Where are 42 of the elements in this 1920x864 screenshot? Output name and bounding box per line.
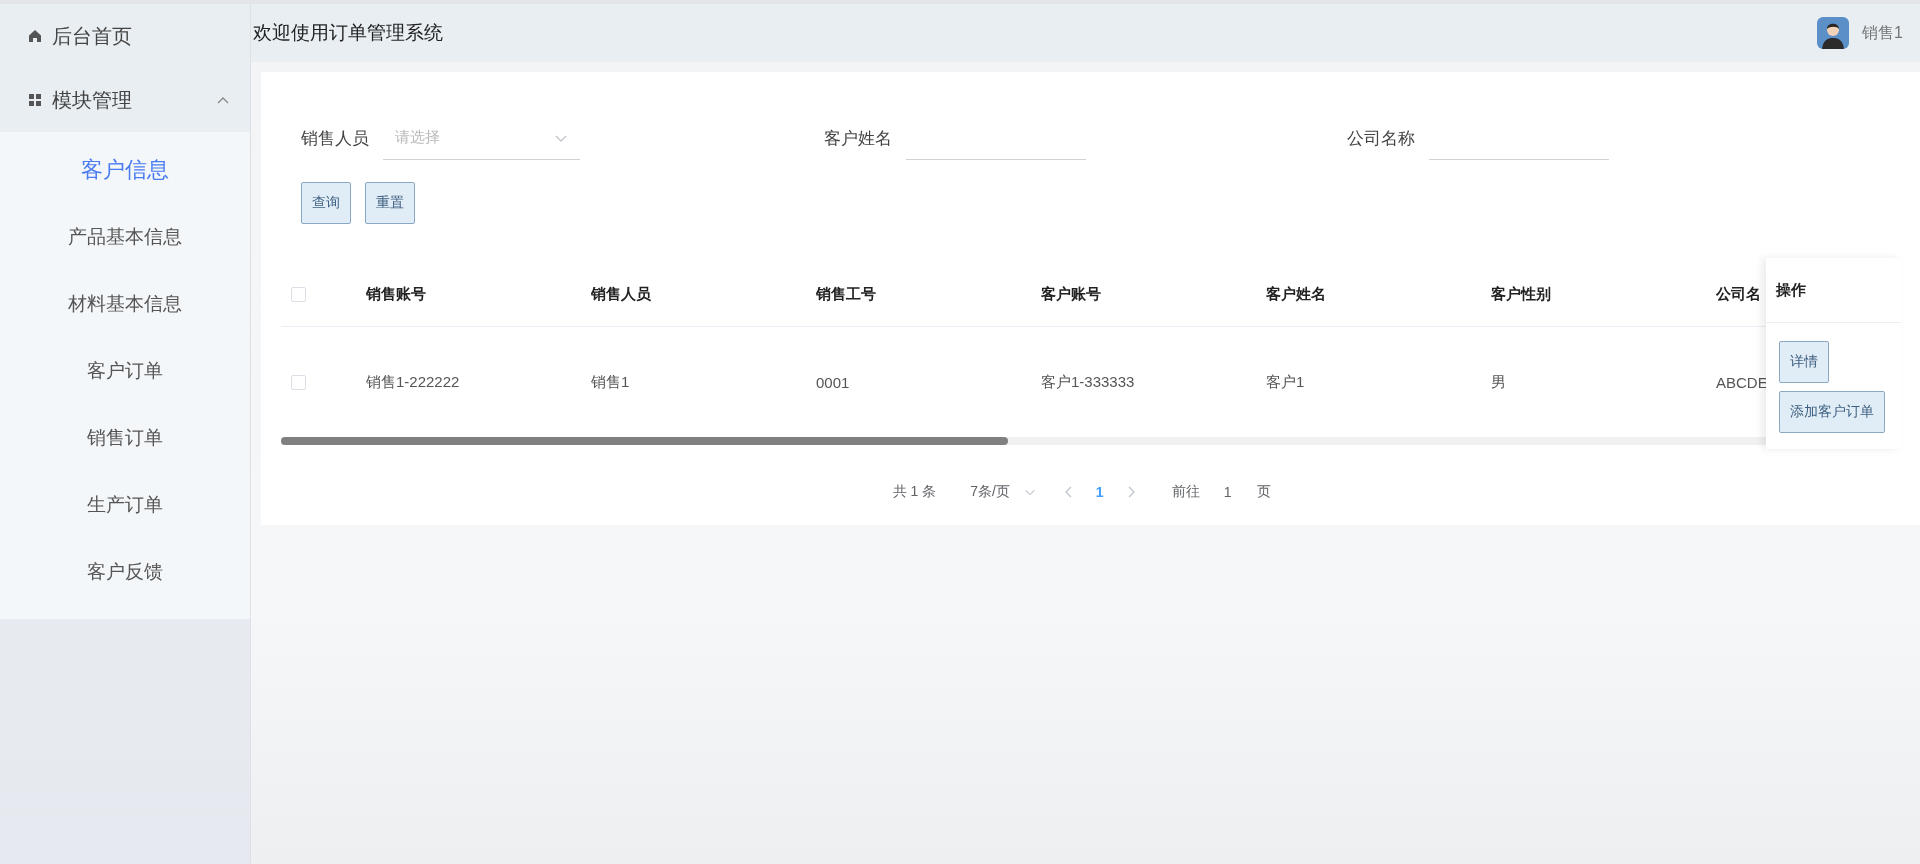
column-header: 销售账号 [366, 284, 427, 304]
user-name: 销售1 [1862, 22, 1903, 43]
column-header: 销售人员 [591, 284, 652, 304]
table-cell-text: 销售1 [591, 372, 631, 392]
table-cell-text: 客户1 [1266, 372, 1306, 392]
submenu-item[interactable]: 产品基本信息 [0, 203, 250, 270]
column-header: 操作 [1776, 280, 1806, 300]
field-label: 客户姓名 [824, 127, 892, 150]
submenu-item[interactable]: 客户信息 [0, 136, 250, 203]
total-count: 共 1 条 [892, 483, 937, 501]
submenu-item[interactable]: 客户订单 [0, 337, 250, 404]
scrollbar-thumb[interactable] [281, 437, 1008, 445]
page-title: 欢迎使用订单管理系统 [253, 21, 444, 45]
table-cell-text: 男 [1491, 372, 1507, 392]
reset-button[interactable]: 重置 [365, 182, 415, 224]
jump-label: 前往 [1171, 483, 1200, 501]
add-order-button[interactable]: 添加客户订单 [1779, 391, 1885, 433]
column-header: 公司名 [1716, 284, 1762, 304]
field-label: 销售人员 [301, 127, 369, 150]
submenu-item[interactable]: 销售订单 [0, 404, 250, 471]
table-cell-text: 客户1-333333 [1041, 372, 1136, 392]
search-button[interactable]: 查询 [301, 182, 351, 224]
previous-page-icon[interactable] [1063, 486, 1074, 498]
avatar-icon [1816, 16, 1851, 50]
submenu-item[interactable]: 客户反馈 [0, 538, 250, 605]
submenu-item[interactable]: 材料基本信息 [0, 270, 250, 337]
table-cell-text: 0001 [816, 373, 851, 391]
table-cell-text: 销售1-222222 [366, 372, 461, 392]
page-input[interactable]: 1 [1223, 484, 1232, 500]
grid-icon [28, 93, 42, 107]
field-label: 公司名称 [1347, 127, 1415, 150]
column-header: 销售工号 [816, 284, 877, 304]
checkbox[interactable] [291, 374, 306, 390]
column-header: 客户账号 [1041, 284, 1102, 304]
submenu-item[interactable]: 生产订单 [0, 471, 250, 538]
checkbox[interactable] [291, 286, 306, 302]
column-header: 客户性别 [1491, 284, 1552, 304]
jump-suffix: 页 [1257, 483, 1272, 501]
column-header: 客户姓名 [1266, 284, 1327, 304]
page-size-select[interactable]: 7条/页 [970, 483, 1010, 501]
details-button[interactable]: 详情 [1779, 341, 1829, 383]
home-icon [28, 29, 42, 43]
